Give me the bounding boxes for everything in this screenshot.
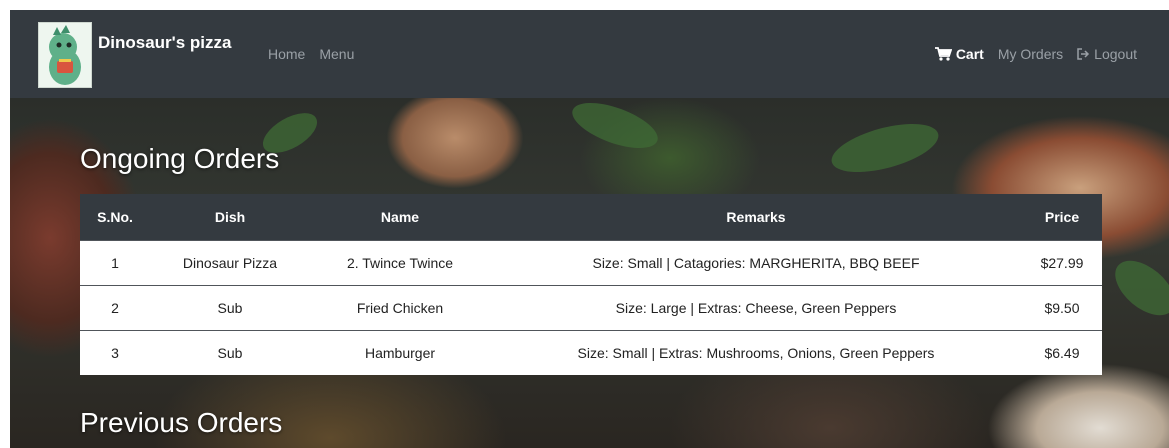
- table-row: 2 Sub Fried Chicken Size: Large | Extras…: [80, 285, 1102, 331]
- cell-sno: 2: [80, 285, 150, 331]
- nav-cart-link[interactable]: Cart: [934, 46, 984, 62]
- herb-decoration: [826, 114, 944, 182]
- cell-price: $9.50: [1022, 285, 1102, 331]
- cart-icon: [934, 47, 952, 61]
- cell-remarks: Size: Large | Extras: Cheese, Green Pepp…: [490, 285, 1022, 331]
- brand[interactable]: Dinosaur's pizza: [38, 22, 231, 88]
- cell-price: $27.99: [1022, 240, 1102, 286]
- herb-decoration: [566, 93, 664, 158]
- header-dish: Dish: [150, 194, 310, 241]
- cell-dish: Sub: [150, 330, 310, 375]
- dinosaur-logo-icon[interactable]: [38, 22, 92, 88]
- header-price: Price: [1022, 194, 1102, 241]
- cell-name: Hamburger: [310, 330, 490, 375]
- cell-name: 2. Twince Twince: [310, 240, 490, 286]
- logout-icon: [1077, 48, 1090, 60]
- nav-my-orders-link[interactable]: My Orders: [998, 46, 1063, 62]
- table-row: 1 Dinosaur Pizza 2. Twince Twince Size: …: [80, 240, 1102, 286]
- cell-name: Fried Chicken: [310, 285, 490, 331]
- nav-right: Cart My Orders Logout: [934, 46, 1137, 62]
- previous-orders-title: Previous Orders: [80, 407, 283, 438]
- cell-dish: Sub: [150, 285, 310, 331]
- ongoing-orders-table: S.No. Dish Name Remarks Price 1 Dinosaur…: [80, 194, 1102, 375]
- app-frame: Dinosaur's pizza Home Menu Cart My Order…: [10, 10, 1169, 448]
- nav-left: Home Menu: [268, 46, 354, 62]
- cell-sno: 3: [80, 330, 150, 375]
- logout-label: Logout: [1094, 46, 1137, 62]
- nav-logout-link[interactable]: Logout: [1077, 46, 1137, 62]
- cell-dish: Dinosaur Pizza: [150, 240, 310, 286]
- header-sno: S.No.: [80, 194, 150, 241]
- header-remarks: Remarks: [490, 194, 1022, 241]
- cell-price: $6.49: [1022, 330, 1102, 375]
- table-header-row: S.No. Dish Name Remarks Price: [80, 194, 1102, 241]
- cell-remarks: Size: Small | Extras: Mushrooms, Onions,…: [490, 330, 1022, 375]
- navbar: Dinosaur's pizza Home Menu Cart My Order…: [10, 10, 1169, 98]
- cell-remarks: Size: Small | Catagories: MARGHERITA, BB…: [490, 240, 1022, 286]
- cell-sno: 1: [80, 240, 150, 286]
- brand-name[interactable]: Dinosaur's pizza: [98, 33, 231, 53]
- ongoing-orders-title: Ongoing Orders: [80, 143, 280, 174]
- header-name: Name: [310, 194, 490, 241]
- nav-menu-link[interactable]: Menu: [319, 46, 354, 62]
- nav-home-link[interactable]: Home: [268, 46, 305, 62]
- cart-label: Cart: [955, 46, 984, 62]
- herb-decoration: [1105, 250, 1169, 326]
- table-row: 3 Sub Hamburger Size: Small | Extras: Mu…: [80, 330, 1102, 375]
